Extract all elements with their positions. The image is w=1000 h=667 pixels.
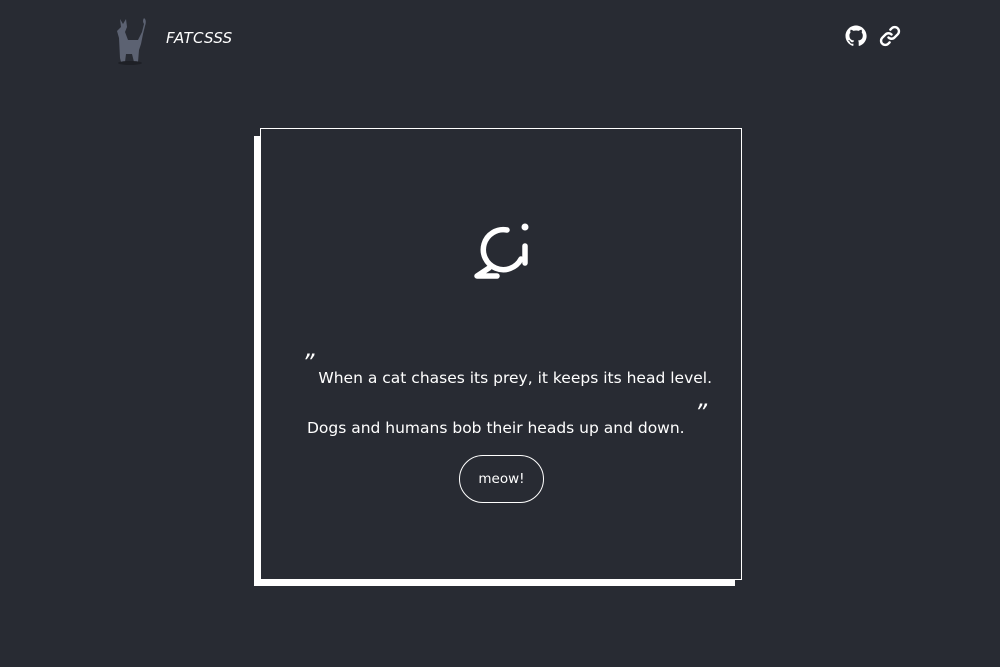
chat-info-icon <box>474 223 529 279</box>
brand-name: FATCSSS <box>166 29 233 47</box>
link-icon[interactable] <box>878 24 902 48</box>
close-quote-mark: ” <box>694 398 708 427</box>
header-icons <box>844 24 902 48</box>
fact-card: ”When a cat chases its prey, it keeps it… <box>260 128 742 580</box>
meow-button[interactable]: meow! <box>459 455 544 503</box>
open-quote-mark: ” <box>301 348 315 377</box>
header: FATCSSS <box>108 14 902 66</box>
home-link[interactable]: FATCSSS <box>108 14 232 66</box>
cat-logo-icon <box>117 18 146 65</box>
cat-fact-quote: ”When a cat chases its prey, it keeps it… <box>281 351 733 453</box>
cat-fact-text: When a cat chases its prey, it keeps its… <box>306 368 713 437</box>
github-icon[interactable] <box>844 24 868 48</box>
page: FATCSSS ”When a cat chases its prey, it … <box>0 0 1000 667</box>
